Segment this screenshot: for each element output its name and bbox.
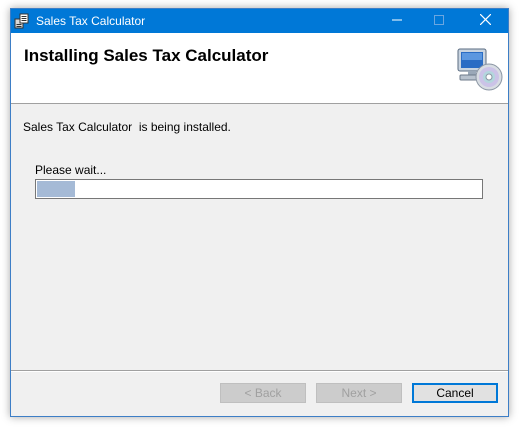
- banner-title: Installing Sales Tax Calculator: [24, 46, 269, 65]
- title-bar[interactable]: Sales Tax Calculator: [11, 9, 508, 33]
- back-button[interactable]: < Back: [220, 383, 306, 403]
- maximize-button[interactable]: [416, 9, 462, 33]
- progress-bar-fill: [37, 181, 75, 197]
- next-button[interactable]: Next >: [316, 383, 402, 403]
- install-progress-bar: [35, 179, 483, 199]
- install-status-text: Sales Tax Calculator is being installed.: [23, 120, 231, 134]
- footer-divider: [11, 370, 508, 372]
- computer-cd-icon: [456, 47, 504, 93]
- window-title: Sales Tax Calculator: [36, 14, 146, 28]
- please-wait-label: Please wait...: [35, 163, 107, 177]
- minimize-button[interactable]: [374, 9, 420, 33]
- close-icon: [479, 12, 491, 30]
- close-button[interactable]: [462, 9, 508, 33]
- header-banner: Installing Sales Tax Calculator: [11, 33, 508, 104]
- installer-app-icon[interactable]: [14, 13, 30, 29]
- installer-window: Sales Tax Calculator Installing Sales Ta…: [10, 8, 509, 417]
- maximize-icon: [434, 12, 444, 30]
- cancel-button[interactable]: Cancel: [412, 383, 498, 403]
- minimize-icon: [392, 12, 402, 30]
